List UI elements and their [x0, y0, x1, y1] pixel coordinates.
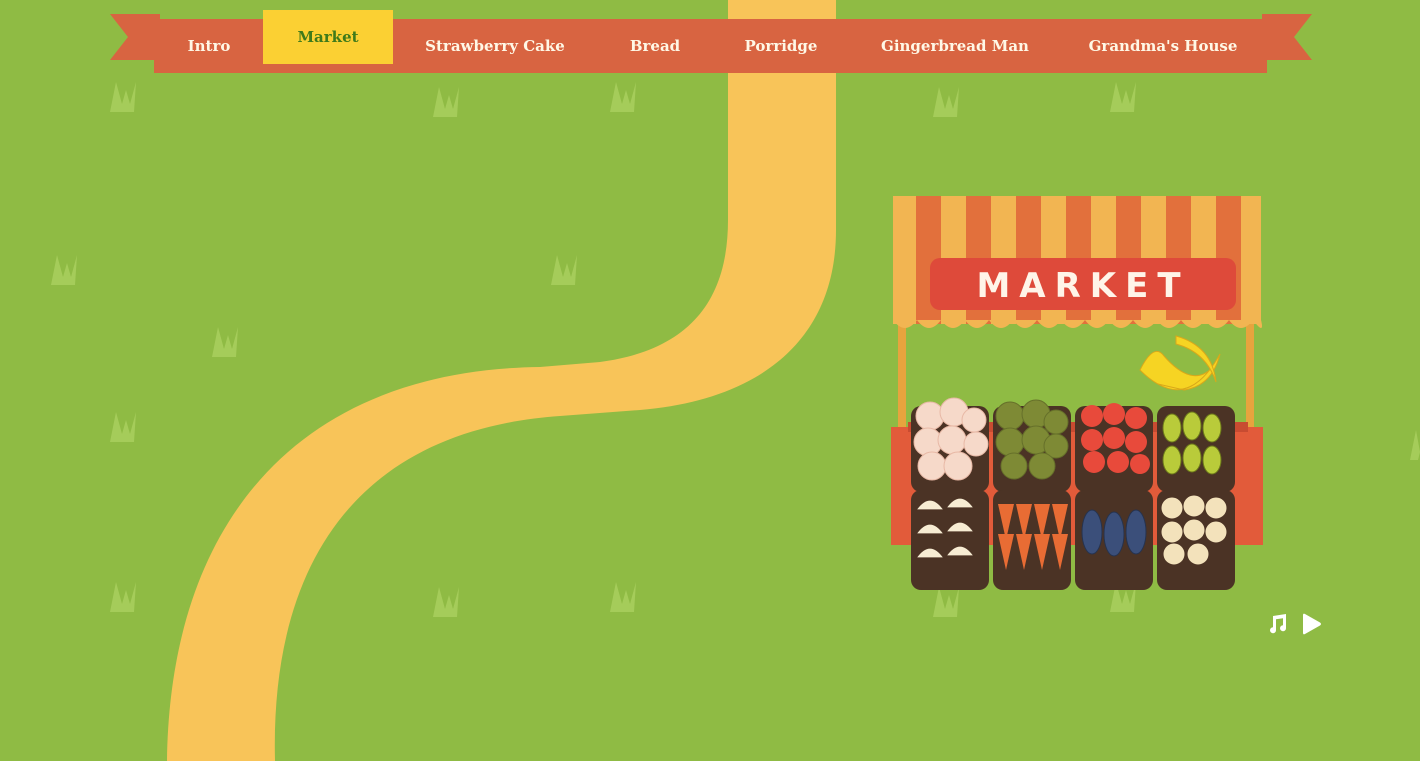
- bananas: [1139, 335, 1221, 391]
- play-icon[interactable]: [1300, 613, 1322, 639]
- stall-pole-left: [898, 314, 906, 434]
- music-note-icon[interactable]: [1266, 613, 1288, 639]
- dirt-path: [167, 0, 836, 761]
- ribbon-tail-left: [110, 14, 160, 60]
- nav-item-market[interactable]: Market: [263, 10, 393, 64]
- nav-item-bread[interactable]: Bread: [600, 19, 710, 73]
- market-sign-text: MARKET: [976, 266, 1189, 306]
- nav-item-grandmas-house[interactable]: Grandma's House: [1080, 19, 1246, 73]
- ribbon-tail-right: [1262, 14, 1312, 60]
- stall-pole-right: [1246, 314, 1254, 434]
- nav-item-intro[interactable]: Intro: [154, 19, 264, 73]
- main-navigation: Intro Market Strawberry Cake Bread Porri…: [110, 10, 1312, 74]
- nav-item-gingerbread-man[interactable]: Gingerbread Man: [870, 19, 1040, 73]
- strawberries: [1081, 403, 1150, 474]
- nav-item-strawberry-cake[interactable]: Strawberry Cake: [410, 19, 580, 73]
- nav-item-porridge[interactable]: Porridge: [725, 19, 837, 73]
- market-stall: MARKET: [891, 196, 1263, 590]
- music-controls: [1266, 612, 1326, 640]
- eggplants: [1081, 509, 1147, 557]
